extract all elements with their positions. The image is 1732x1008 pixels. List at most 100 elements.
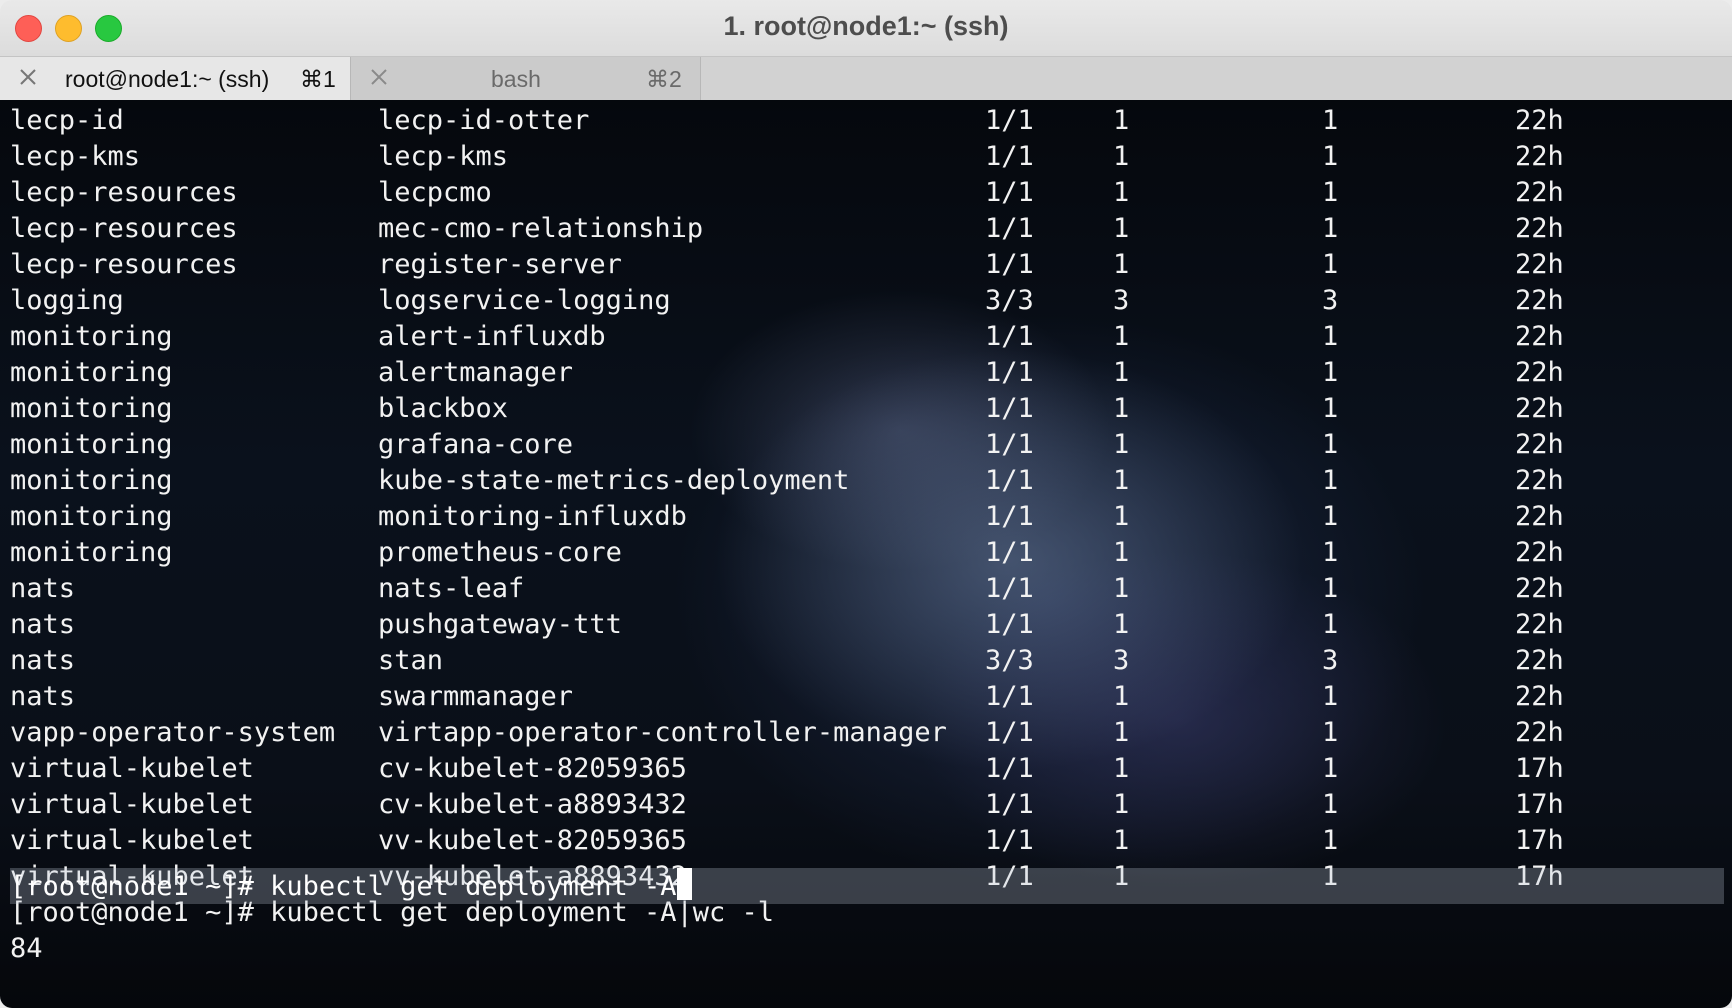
namespace-cell: nats bbox=[10, 609, 76, 640]
up-to-date-cell: 1 bbox=[1113, 465, 1130, 496]
up-to-date-cell: 1 bbox=[1113, 609, 1130, 640]
up-to-date-cell: 1 bbox=[1113, 105, 1130, 136]
deployment-row: monitoring kube-state-metrics-deployment 1… bbox=[10, 463, 1564, 499]
available-cell: 1 bbox=[1322, 537, 1339, 568]
deployment-row: virtual-kubelet cv-kubelet-82059365 1/1 1 1 1… bbox=[10, 751, 1564, 787]
tab-shortcut: ⌘1 bbox=[300, 66, 336, 92]
available-cell: 1 bbox=[1322, 429, 1339, 460]
deployment-name-cell: mec-cmo-relationship bbox=[378, 213, 704, 244]
deployment-name-cell: logservice-logging bbox=[378, 285, 671, 316]
age-cell: 22h bbox=[1515, 357, 1564, 388]
namespace-cell: virtual-kubelet bbox=[10, 789, 254, 820]
deployment-row: virtual-kubelet vv-kubelet-82059365 1/1 1 1 1… bbox=[10, 823, 1564, 859]
ready-cell: 3/3 bbox=[985, 285, 1034, 316]
namespace-cell: monitoring bbox=[10, 321, 173, 352]
age-cell: 22h bbox=[1515, 429, 1564, 460]
age-cell: 22h bbox=[1515, 645, 1564, 676]
tab-label: root@node1:~ (ssh) bbox=[65, 66, 270, 92]
terminal-content: lecp-id lecp-id-otter 1/1 1 1 22h lecp-kms lecp… bbox=[10, 103, 1564, 967]
text-cursor bbox=[677, 868, 693, 900]
deployment-row: nats stan 3/3 3 3 22h bbox=[10, 643, 1564, 679]
up-to-date-cell: 1 bbox=[1113, 537, 1130, 568]
up-to-date-cell: 1 bbox=[1113, 681, 1130, 712]
available-cell: 1 bbox=[1322, 717, 1339, 748]
namespace-cell: nats bbox=[10, 573, 76, 604]
ready-cell: 1/1 bbox=[985, 537, 1034, 568]
namespace-cell: lecp-kms bbox=[10, 141, 141, 172]
up-to-date-cell: 1 bbox=[1113, 789, 1130, 820]
ready-cell: 1/1 bbox=[985, 753, 1034, 784]
ready-cell: 1/1 bbox=[985, 429, 1034, 460]
deployment-name-cell: alertmanager bbox=[378, 357, 574, 388]
deployment-row: virtual-kubelet cv-kubelet-a8893432 1/1 1 1 1… bbox=[10, 787, 1564, 823]
deployment-row: lecp-resources register-server 1/1 1 1 22h bbox=[10, 247, 1564, 283]
up-to-date-cell: 1 bbox=[1113, 717, 1130, 748]
available-cell: 1 bbox=[1322, 573, 1339, 604]
namespace-cell: virtual-kubelet bbox=[10, 753, 254, 784]
deployment-name-cell: monitoring-influxdb bbox=[378, 501, 687, 532]
deployment-name-cell: lecpcmo bbox=[378, 177, 492, 208]
age-cell: 22h bbox=[1515, 213, 1564, 244]
deployment-row: nats nats-leaf 1/1 1 1 22h bbox=[10, 571, 1564, 607]
close-tab-icon[interactable] bbox=[367, 65, 391, 89]
deployment-row: monitoring blackbox 1/1 1 1 22h bbox=[10, 391, 1564, 427]
available-cell: 1 bbox=[1322, 249, 1339, 280]
up-to-date-cell: 1 bbox=[1113, 753, 1130, 784]
up-to-date-cell: 1 bbox=[1113, 429, 1130, 460]
up-to-date-cell: 1 bbox=[1113, 249, 1130, 280]
available-cell: 3 bbox=[1322, 285, 1339, 316]
namespace-cell: lecp-resources bbox=[10, 249, 238, 280]
deployment-row: lecp-resources mec-cmo-relationship 1/1 1 1 2… bbox=[10, 211, 1564, 247]
available-cell: 1 bbox=[1322, 609, 1339, 640]
namespace-cell: nats bbox=[10, 681, 76, 712]
available-cell: 1 bbox=[1322, 789, 1339, 820]
namespace-cell: vapp-operator-system bbox=[10, 717, 336, 748]
ready-cell: 1/1 bbox=[985, 825, 1034, 856]
deployment-name-cell: vv-kubelet-82059365 bbox=[378, 825, 687, 856]
up-to-date-cell: 1 bbox=[1113, 825, 1130, 856]
tab-bash[interactable]: bash ⌘2 bbox=[351, 57, 701, 101]
ready-cell: 1/1 bbox=[985, 465, 1034, 496]
deployment-row: monitoring alertmanager 1/1 1 1 22h bbox=[10, 355, 1564, 391]
deployment-row: lecp-resources lecpcmo 1/1 1 1 22h bbox=[10, 175, 1564, 211]
namespace-cell: monitoring bbox=[10, 465, 173, 496]
age-cell: 17h bbox=[1515, 789, 1564, 820]
deployment-row: lecp-id lecp-id-otter 1/1 1 1 22h bbox=[10, 103, 1564, 139]
up-to-date-cell: 1 bbox=[1113, 321, 1130, 352]
deployment-name-cell: cv-kubelet-a8893432 bbox=[378, 789, 687, 820]
deployment-row: monitoring prometheus-core 1/1 1 1 22h bbox=[10, 535, 1564, 571]
up-to-date-cell: 1 bbox=[1113, 393, 1130, 424]
tab-bar: root@node1:~ (ssh) ⌘1 bash ⌘2 bbox=[0, 56, 1732, 101]
command-prompt-input[interactable]: [root@node1 ~]# kubectl get deployment -… bbox=[10, 871, 676, 902]
up-to-date-cell: 3 bbox=[1113, 645, 1130, 676]
age-cell: 17h bbox=[1515, 825, 1564, 856]
namespace-cell: lecp-resources bbox=[10, 177, 238, 208]
ready-cell: 1/1 bbox=[985, 717, 1034, 748]
ready-cell: 1/1 bbox=[985, 609, 1034, 640]
up-to-date-cell: 1 bbox=[1113, 141, 1130, 172]
namespace-cell: lecp-id bbox=[10, 105, 124, 136]
close-tab-icon[interactable] bbox=[16, 65, 40, 89]
available-cell: 1 bbox=[1322, 213, 1339, 244]
deployment-row: vapp-operator-system virtapp-operator-con… bbox=[10, 715, 1564, 751]
tab-ssh[interactable]: root@node1:~ (ssh) ⌘1 bbox=[0, 57, 351, 101]
available-cell: 1 bbox=[1322, 357, 1339, 388]
ready-cell: 1/1 bbox=[985, 141, 1034, 172]
deployment-row: nats swarmmanager 1/1 1 1 22h bbox=[10, 679, 1564, 715]
terminal-window: 1. root@node1:~ (ssh) root@node1:~ (ssh)… bbox=[0, 0, 1732, 1008]
ready-cell: 3/3 bbox=[985, 645, 1034, 676]
deployment-row: nats pushgateway-ttt 1/1 1 1 22h bbox=[10, 607, 1564, 643]
available-cell: 1 bbox=[1322, 501, 1339, 532]
available-cell: 1 bbox=[1322, 141, 1339, 172]
age-cell: 22h bbox=[1515, 141, 1564, 172]
age-cell: 22h bbox=[1515, 717, 1564, 748]
age-cell: 22h bbox=[1515, 537, 1564, 568]
ready-cell: 1/1 bbox=[985, 105, 1034, 136]
title-bar[interactable]: 1. root@node1:~ (ssh) bbox=[0, 0, 1732, 56]
deployment-name-cell: swarmmanager bbox=[378, 681, 574, 712]
available-cell: 1 bbox=[1322, 177, 1339, 208]
tab-label: bash bbox=[491, 66, 541, 92]
namespace-cell: monitoring bbox=[10, 393, 173, 424]
namespace-cell: monitoring bbox=[10, 357, 173, 388]
current-command-line[interactable]: [root@node1 ~]# kubectl get deployment -… bbox=[10, 868, 1724, 904]
